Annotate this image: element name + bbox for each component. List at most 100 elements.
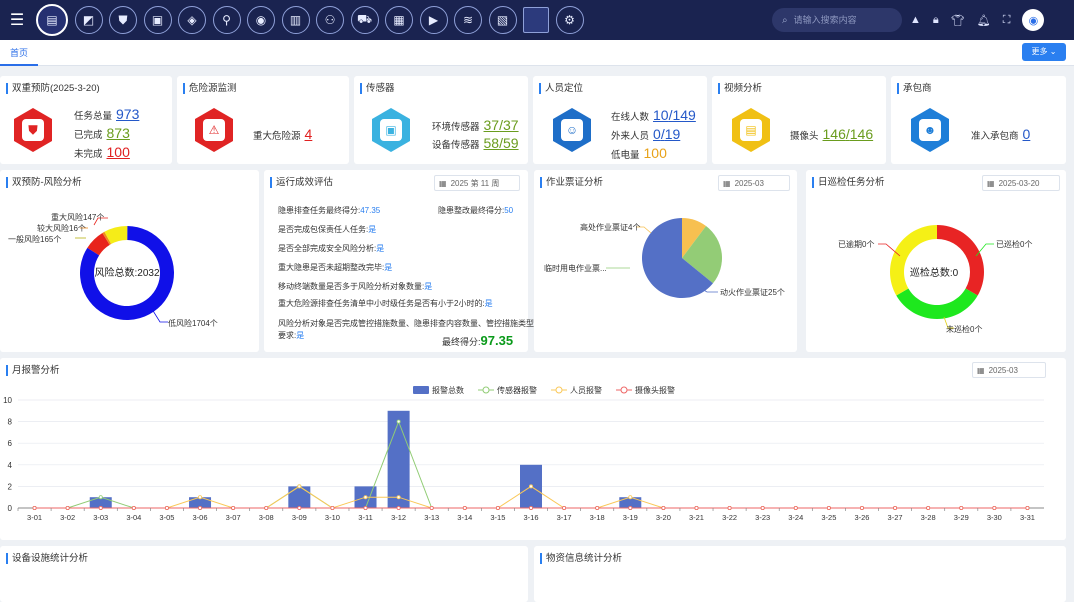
- search-input[interactable]: [793, 15, 884, 25]
- document-icon[interactable]: ▤: [36, 4, 68, 36]
- stat-contractor: 准入承包商 0: [971, 126, 1031, 142]
- warning-icon: ⚠: [195, 108, 233, 152]
- pin-icon[interactable]: ⚲: [212, 6, 241, 34]
- location-icon[interactable]: ◈: [178, 6, 206, 34]
- card-people: 人员定位 ☺ 在线人数 10/149 外来人员 0/19 低电量 100: [533, 76, 707, 164]
- card-title: 双重预防(2025-3-20): [6, 83, 100, 94]
- patrol-center-label: 巡检总数:0: [910, 266, 959, 279]
- x-tick-label: 3-17: [557, 513, 572, 522]
- legend-label[interactable]: 报警总数: [432, 385, 464, 395]
- x-tick-label: 3-04: [126, 513, 141, 522]
- card-video: 视频分析 ▤ 摄像头 146/146: [712, 76, 886, 164]
- shirt-icon[interactable]: 👕︎: [951, 14, 965, 27]
- patrol-label-pending: 未巡检0个: [946, 324, 982, 334]
- ticket-label-height: 高处作业票证4个: [580, 222, 640, 232]
- bar-3-12[interactable]: [387, 410, 410, 508]
- bar-3-09[interactable]: [288, 486, 311, 508]
- series-point: [529, 505, 534, 510]
- y-tick-label: 0: [8, 504, 13, 513]
- series-point: [959, 505, 964, 510]
- legend-swatch-dot: [620, 386, 628, 394]
- map-icon[interactable]: ◩: [74, 6, 103, 34]
- shield-icon[interactable]: ⛊: [109, 6, 137, 34]
- user-avatar-icon[interactable]: ◉: [1022, 9, 1045, 31]
- card-risk-analysis: 双预防-风险分析 重大风险147个 较大风险16个 一般风险165个 低风险17…: [0, 170, 259, 352]
- env-sensor-link[interactable]: 37/37: [484, 117, 519, 133]
- y-tick-label: 8: [8, 418, 13, 427]
- calendar-icon: ▦: [439, 178, 447, 188]
- more-button[interactable]: 更多 ⌄: [1022, 43, 1066, 61]
- chart-icon[interactable]: ▧: [488, 6, 517, 34]
- x-tick-label: 3-12: [391, 513, 406, 522]
- wind-icon[interactable]: ≋: [454, 6, 482, 34]
- card-title: 危险源监测: [183, 83, 237, 94]
- card-contractor: 承包商 ☻ 准入承包商 0: [891, 76, 1066, 164]
- series-point: [992, 505, 997, 510]
- x-tick-label: 3-25: [821, 513, 836, 522]
- x-tick-label: 3-02: [60, 513, 75, 522]
- x-tick-label: 3-13: [424, 513, 439, 522]
- stat-env-sensor: 环境传感器 37/37: [432, 117, 519, 133]
- tab-home[interactable]: 首页: [0, 40, 39, 66]
- x-tick-label: 3-28: [921, 513, 936, 522]
- bell-icon[interactable]: 🔔︎: [977, 14, 991, 27]
- series-point: [926, 505, 931, 510]
- series-point: [694, 505, 699, 510]
- x-tick-label: 3-07: [226, 513, 241, 522]
- contractor-icon: ☻: [911, 108, 949, 152]
- blank-square[interactable]: [523, 7, 549, 33]
- x-tick-label: 3-16: [523, 513, 538, 522]
- pie-slice-已巡检[interactable]: [896, 288, 978, 320]
- board-icon[interactable]: ▣: [143, 6, 172, 34]
- stat-device-sensor: 设备传感器 58/59: [432, 135, 519, 151]
- fullscreen-icon[interactable]: ⛶: [1003, 14, 1011, 27]
- contractor-link[interactable]: 0: [1023, 126, 1031, 142]
- search-box[interactable]: ⌕: [772, 8, 902, 32]
- pie-slice-已逾期[interactable]: [937, 225, 984, 296]
- shield-icon: ⛊: [14, 108, 52, 152]
- camera-icon[interactable]: ◉: [247, 6, 275, 34]
- patrol-label-done: 已巡检0个: [996, 239, 1032, 249]
- x-tick-label: 3-30: [987, 513, 1002, 522]
- building-icon[interactable]: ▦: [385, 6, 413, 34]
- gear-icon[interactable]: ⚙: [555, 6, 584, 34]
- uncompleted-link[interactable]: 100: [107, 144, 130, 160]
- x-tick-label: 3-26: [854, 513, 869, 522]
- video-icon[interactable]: ▶: [419, 6, 448, 34]
- eval-line-1b: 隐患整改最终得分:50: [438, 206, 514, 215]
- truck-icon[interactable]: ⛟: [350, 6, 379, 34]
- x-tick-label: 3-14: [457, 513, 472, 522]
- online-link[interactable]: 10/149: [653, 107, 696, 123]
- card-title: 视频分析: [718, 83, 762, 94]
- visitor-link[interactable]: 0/19: [653, 126, 680, 142]
- card-hazard: 危险源监测 ⚠ 重大危险源 4: [177, 76, 349, 164]
- warning-icon[interactable]: ▲: [910, 14, 921, 26]
- y-tick-label: 6: [8, 439, 13, 448]
- ticket-label-fire: 动火作业票证25个: [720, 287, 785, 297]
- people-icon[interactable]: ⚇: [316, 6, 344, 34]
- week-picker[interactable]: ▦ 2025 第 11 周: [434, 175, 520, 191]
- low-battery-value[interactable]: 100: [644, 145, 667, 161]
- book-icon[interactable]: ▥: [281, 6, 310, 34]
- lock-icon[interactable]: 🔒︎: [933, 14, 939, 27]
- device-sensor-link[interactable]: 58/59: [484, 135, 519, 151]
- eval-item-last: 风险分析对象是否完成管控措施数量、隐患排查内容数量、管控措施类型: [278, 319, 534, 328]
- legend-label[interactable]: 传感器报警: [497, 385, 537, 395]
- task-total-link[interactable]: 973: [116, 106, 139, 122]
- legend-label[interactable]: 人员报警: [570, 385, 602, 395]
- pie-slice-未巡检[interactable]: [890, 225, 937, 296]
- series-point: [893, 505, 898, 510]
- nav-icon-bar: ▤ ◩ ⛊ ▣ ◈ ⚲ ◉ ▥ ⚇ ⛟ ▦ ▶ ≋ ▧ ⚙: [36, 4, 590, 36]
- eval-item: 重大危险源排查任务清单中小时级任务是否有小于2小时的:是: [278, 299, 493, 308]
- series-point: [826, 505, 831, 510]
- eval-line-1: 隐患排查任务最终得分:47.35: [278, 206, 381, 215]
- completed-link[interactable]: 873: [107, 125, 130, 141]
- hamburger-icon[interactable]: ☰: [4, 7, 30, 33]
- series-point: [98, 505, 103, 510]
- legend-label[interactable]: 摄像头报警: [635, 385, 675, 395]
- x-tick-label: 3-09: [292, 513, 307, 522]
- eval-item-last-2: 要求:是: [278, 331, 305, 340]
- x-tick-label: 3-29: [954, 513, 969, 522]
- major-hazard-link[interactable]: 4: [305, 126, 313, 142]
- camera-link[interactable]: 146/146: [823, 126, 874, 142]
